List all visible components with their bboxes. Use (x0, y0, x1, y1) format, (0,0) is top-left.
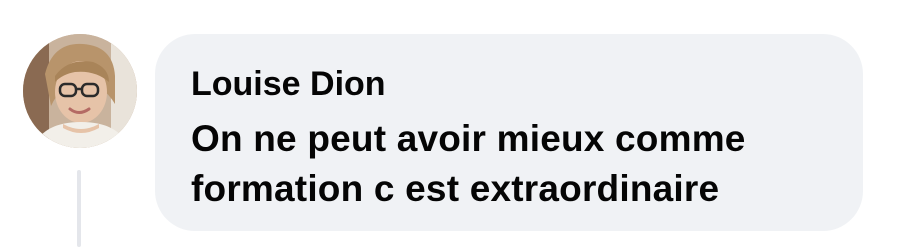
profile-photo-icon (23, 34, 137, 148)
comment-author[interactable]: Louise Dion (191, 64, 863, 104)
comment-bubble: Louise Dion On ne peut avoir mieux comme… (155, 34, 863, 231)
comment: Louise Dion On ne peut avoir mieux comme… (0, 0, 900, 247)
comment-text: On ne peut avoir mieux comme formation c… (191, 118, 746, 209)
avatar[interactable] (23, 34, 137, 148)
thread-line (77, 170, 81, 247)
